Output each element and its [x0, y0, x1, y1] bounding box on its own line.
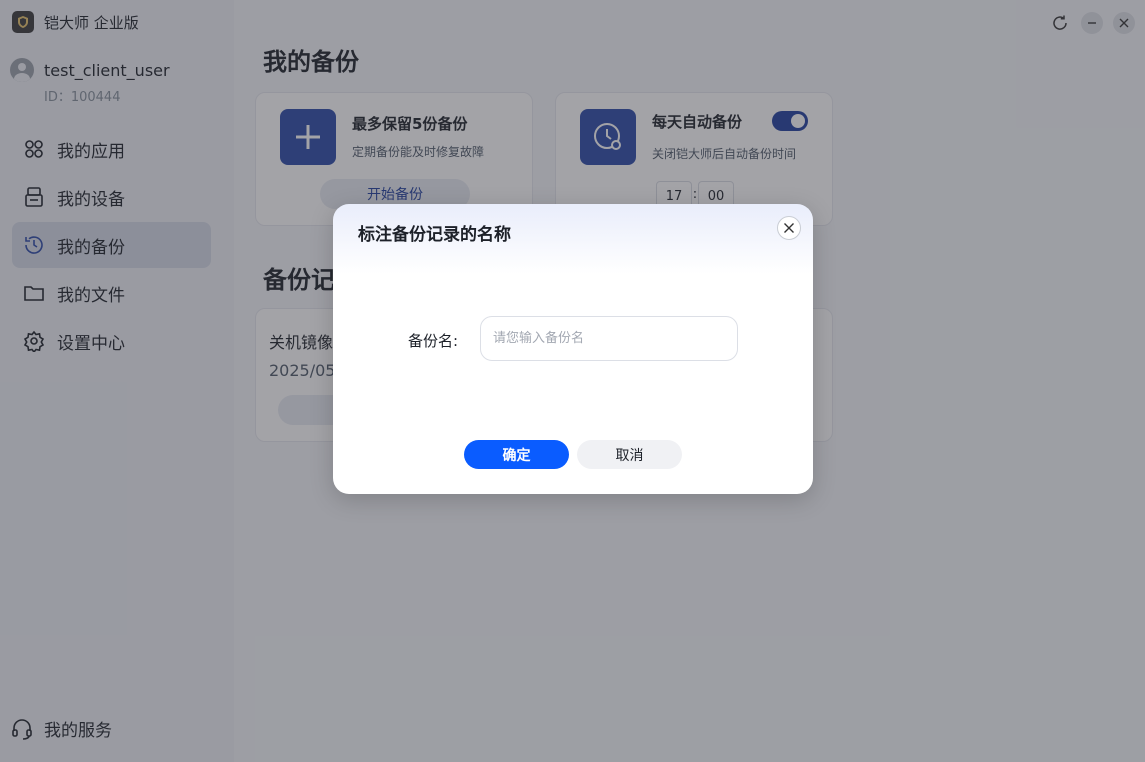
dialog-title: 标注备份记录的名称: [358, 225, 511, 245]
rename-backup-dialog: 标注备份记录的名称 备份名: 确定 取消: [333, 204, 813, 494]
close-icon: [784, 223, 794, 233]
dialog-close-button[interactable]: [777, 216, 801, 240]
backup-name-input[interactable]: [480, 316, 738, 361]
confirm-button[interactable]: 确定: [464, 440, 569, 469]
cancel-button[interactable]: 取消: [577, 440, 682, 469]
backup-name-label: 备份名:: [408, 332, 459, 350]
